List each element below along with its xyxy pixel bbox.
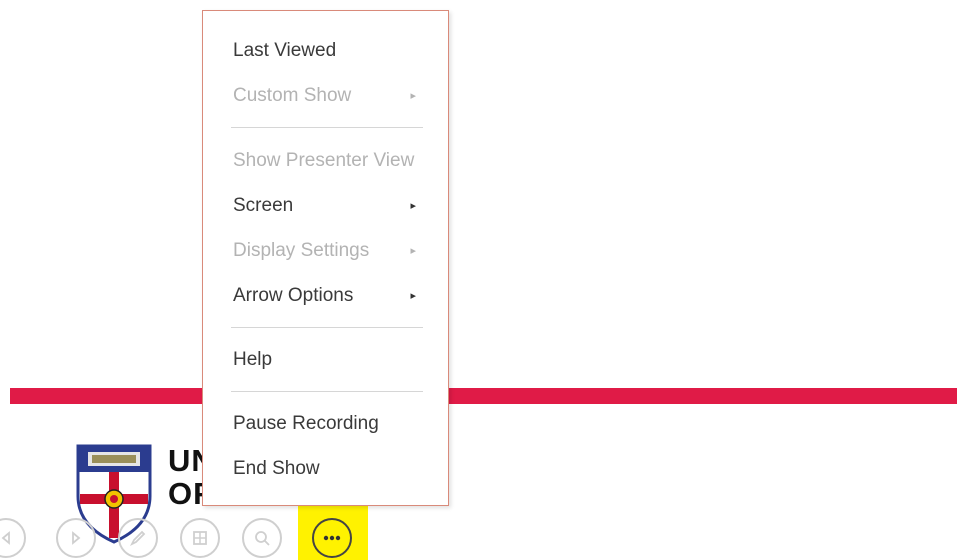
previous-icon: [1, 531, 10, 545]
menu-item-last-viewed[interactable]: Last Viewed: [233, 36, 438, 66]
zoom-icon: [255, 531, 270, 546]
menu-item-label: Arrow Options: [233, 285, 354, 306]
menu-item-arrow-options[interactable]: Arrow Options ▸: [233, 281, 438, 311]
menu-item-display-settings[interactable]: Display Settings ▸: [233, 236, 438, 266]
previous-button[interactable]: [0, 518, 26, 558]
menu-item-label: Pause Recording: [233, 413, 379, 434]
slides-icon: [193, 531, 207, 545]
menu-item-label: End Show: [233, 458, 320, 479]
menu-item-pause-recording[interactable]: Pause Recording: [233, 409, 438, 439]
menu-separator: [231, 327, 423, 328]
see-all-slides-button[interactable]: [180, 518, 220, 558]
more-icon: [323, 535, 341, 541]
next-button[interactable]: [56, 518, 96, 558]
pen-button[interactable]: [118, 518, 158, 558]
submenu-arrow-icon: ▸: [410, 90, 416, 102]
menu-item-label: Show Presenter View: [233, 150, 415, 171]
submenu-arrow-icon: ▸: [410, 245, 416, 257]
slide-red-stripe: [10, 388, 957, 404]
slideshow-toolbar: [0, 504, 380, 560]
more-options-menu: Last Viewed Custom Show ▸ Show Presenter…: [202, 10, 449, 506]
menu-item-label: Custom Show: [233, 85, 352, 106]
menu-item-custom-show[interactable]: Custom Show ▸: [233, 81, 438, 111]
menu-item-label: Screen: [233, 195, 294, 216]
menu-separator: [231, 391, 423, 392]
submenu-arrow-icon: ▸: [410, 290, 416, 302]
menu-item-help[interactable]: Help: [233, 345, 438, 375]
next-icon: [72, 531, 81, 545]
slide-canvas: UNIVERSITY OF LONDON Last Viewed: [0, 0, 957, 560]
submenu-arrow-icon: ▸: [410, 200, 416, 212]
menu-item-show-presenter-view[interactable]: Show Presenter View: [233, 146, 438, 176]
menu-item-label: Last Viewed: [233, 40, 337, 61]
menu-item-label: Display Settings: [233, 240, 370, 261]
pen-icon: [129, 530, 146, 547]
menu-item-label: Help: [233, 349, 273, 370]
menu-item-screen[interactable]: Screen ▸: [233, 191, 438, 221]
menu-separator: [231, 127, 423, 128]
zoom-button[interactable]: [242, 518, 282, 558]
menu-item-end-show[interactable]: End Show: [233, 454, 438, 484]
more-options-button[interactable]: [312, 518, 352, 558]
